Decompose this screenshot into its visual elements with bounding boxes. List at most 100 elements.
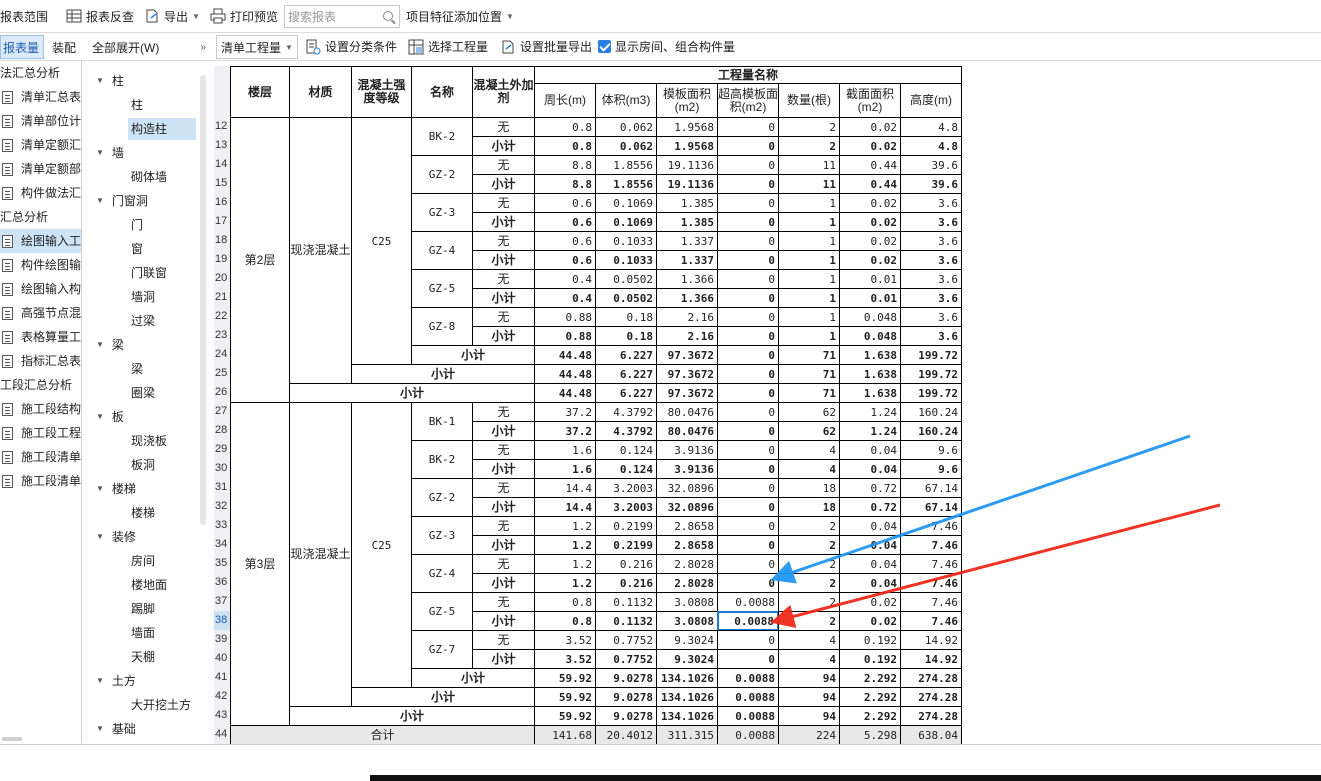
tree-item[interactable]: 柱 — [128, 94, 196, 116]
report-list-item[interactable]: 构件做法汇 — [0, 181, 81, 205]
set-category-button[interactable]: 设置分类条件 — [305, 33, 397, 60]
value-cell: 1.385 — [656, 193, 718, 213]
tree-item[interactable]: 构造柱 — [128, 118, 196, 140]
show-rooms-label: 显示房间、组合构件量 — [615, 40, 736, 54]
report-list-item[interactable]: 表格算量工 — [0, 325, 81, 349]
report-list-item-label: 清单汇总表 — [21, 90, 82, 104]
document-icon — [2, 186, 13, 200]
tree-item[interactable]: 天棚 — [128, 646, 196, 668]
report-list-item[interactable]: 施工段工程 — [0, 421, 81, 445]
report-list-item[interactable]: 绘图输入构 — [0, 277, 81, 301]
value-cell: 0 — [717, 117, 779, 137]
batch-export-button[interactable]: 设置批量导出 — [500, 33, 592, 60]
value-cell: 32.0896 — [656, 497, 718, 517]
tree-item[interactable]: 楼梯 — [128, 502, 196, 524]
tree-item[interactable]: 门联窗 — [128, 262, 196, 284]
additive-cell: 小计 — [472, 174, 535, 194]
value-cell: 0.04 — [839, 573, 901, 593]
report-list-item[interactable]: 清单定额汇 — [0, 133, 81, 157]
tree-group-2[interactable]: ▼ 门窗洞 — [96, 189, 148, 213]
report-list-item[interactable]: 清单定额部 — [0, 157, 81, 181]
report-range-button[interactable]: 报表范围 — [0, 0, 48, 32]
subtotal-label: 小计 — [351, 364, 535, 384]
material-cell: 现浇混凝土 — [289, 402, 352, 707]
tree-item[interactable]: 踢脚 — [128, 598, 196, 620]
value-cell: 1.9568 — [656, 117, 718, 137]
report-group-header[interactable]: 法汇总分析 — [0, 61, 81, 85]
tree-item[interactable]: 门 — [128, 214, 196, 236]
tree-group-6[interactable]: ▼ 装修 — [96, 525, 136, 549]
report-list-item-label: 构件做法汇 — [21, 186, 82, 200]
search-report-input[interactable]: 搜索报表 — [284, 5, 400, 28]
value-cell: 97.3672 — [656, 345, 718, 365]
value-cell: 3.6 — [900, 269, 962, 289]
tree-group-3[interactable]: ▼ 梁 — [96, 333, 124, 357]
value-cell: 3.9136 — [656, 440, 718, 460]
tree-group-8[interactable]: ▼ 基础 — [96, 717, 136, 741]
report-list-item[interactable]: 清单汇总表 — [0, 85, 81, 109]
tree-group-7[interactable]: ▼ 土方 — [96, 669, 136, 693]
tree-item[interactable]: 窗 — [128, 238, 196, 260]
row-number: 44 — [215, 728, 228, 740]
tree-scrollbar[interactable] — [200, 75, 206, 525]
additive-cell: 小计 — [472, 212, 535, 232]
report-list-item-label: 高强节点混 — [21, 306, 82, 320]
tree-group-5[interactable]: ▼ 楼梯 — [96, 477, 136, 501]
value-cell: 0.02 — [839, 117, 901, 137]
export-label: 导出 — [164, 9, 189, 24]
print-preview-button[interactable]: 打印预览 — [210, 0, 278, 32]
tree-item[interactable]: 过梁 — [128, 310, 196, 332]
show-rooms-checkbox[interactable]: 显示房间、组合构件量 — [598, 33, 735, 60]
tree-item[interactable]: 砌体墙 — [128, 166, 196, 188]
value-cell: 71 — [778, 345, 840, 365]
tree-item[interactable]: 墙洞 — [128, 286, 196, 308]
tree-item[interactable]: 板洞 — [128, 454, 196, 476]
value-cell: 19.1136 — [656, 174, 718, 194]
tree-item[interactable]: 现浇板 — [128, 430, 196, 452]
feature-position-dropdown[interactable]: 项目特征添加位置 ▼ — [406, 0, 514, 32]
expand-all-button[interactable]: 全部展开(W) » — [88, 35, 210, 59]
report-list-item-label: 施工段清单 — [21, 474, 82, 488]
report-list-item[interactable]: 指标汇总表 — [0, 349, 81, 373]
report-list-item[interactable]: 绘图输入工 — [0, 229, 81, 253]
report-list-item[interactable]: 施工段清单 — [0, 469, 81, 493]
total-label: 合计 — [230, 725, 535, 745]
report-list-item[interactable]: 高强节点混 — [0, 301, 81, 325]
value-cell: 9.3024 — [656, 630, 718, 650]
tree-group-0[interactable]: ▼ 柱 — [96, 69, 124, 93]
quantity-type-select[interactable]: 清单工程量 ▼ — [216, 35, 298, 59]
export-button[interactable]: 导出 ▼ — [144, 0, 200, 32]
additive-cell: 无 — [472, 155, 535, 175]
tree-item[interactable]: 大开挖土方 — [128, 694, 196, 716]
value-cell: 274.28 — [900, 668, 962, 688]
report-list-item[interactable]: 构件绘图输 — [0, 253, 81, 277]
select-quantity-button[interactable]: 选择工程量 — [408, 33, 488, 60]
tree-item[interactable]: 圈梁 — [128, 382, 196, 404]
tree-item[interactable]: 房间 — [128, 550, 196, 572]
value-cell[interactable]: 0.0088 — [717, 611, 779, 631]
report-group-header[interactable]: 汇总分析 — [0, 205, 81, 229]
search-icon — [383, 11, 393, 21]
row-number: 36 — [215, 576, 228, 588]
value-cell: 44.48 — [534, 364, 596, 384]
tree-group-1[interactable]: ▼ 墙 — [96, 141, 124, 165]
value-cell: 0.0502 — [595, 269, 657, 289]
report-list-item[interactable]: 施工段清单 — [0, 445, 81, 469]
report-group-header[interactable]: 工段汇总分析 — [0, 373, 81, 397]
left-panel-scrollbar[interactable] — [2, 737, 22, 741]
tab-assembly[interactable]: 装配 — [52, 35, 82, 59]
component-name-cell: GZ-4 — [411, 231, 473, 270]
tree-group-4[interactable]: ▼ 板 — [96, 405, 124, 429]
value-cell: 3.2003 — [595, 497, 657, 517]
tree-item[interactable]: 楼地面 — [128, 574, 196, 596]
tab-report-quantity[interactable]: 报表量 — [0, 35, 44, 59]
total-value-cell: 0.0088 — [717, 725, 779, 745]
tree-item[interactable]: 梁 — [128, 358, 196, 380]
report-list-item[interactable]: 清单部位计 — [0, 109, 81, 133]
row-number: 29 — [215, 443, 228, 455]
header-col: 高度(m) — [900, 83, 962, 118]
document-icon — [2, 306, 13, 320]
tree-item[interactable]: 墙面 — [128, 622, 196, 644]
report-list-item[interactable]: 施工段结构 — [0, 397, 81, 421]
report-lookup-button[interactable]: 报表反查 — [66, 0, 134, 32]
